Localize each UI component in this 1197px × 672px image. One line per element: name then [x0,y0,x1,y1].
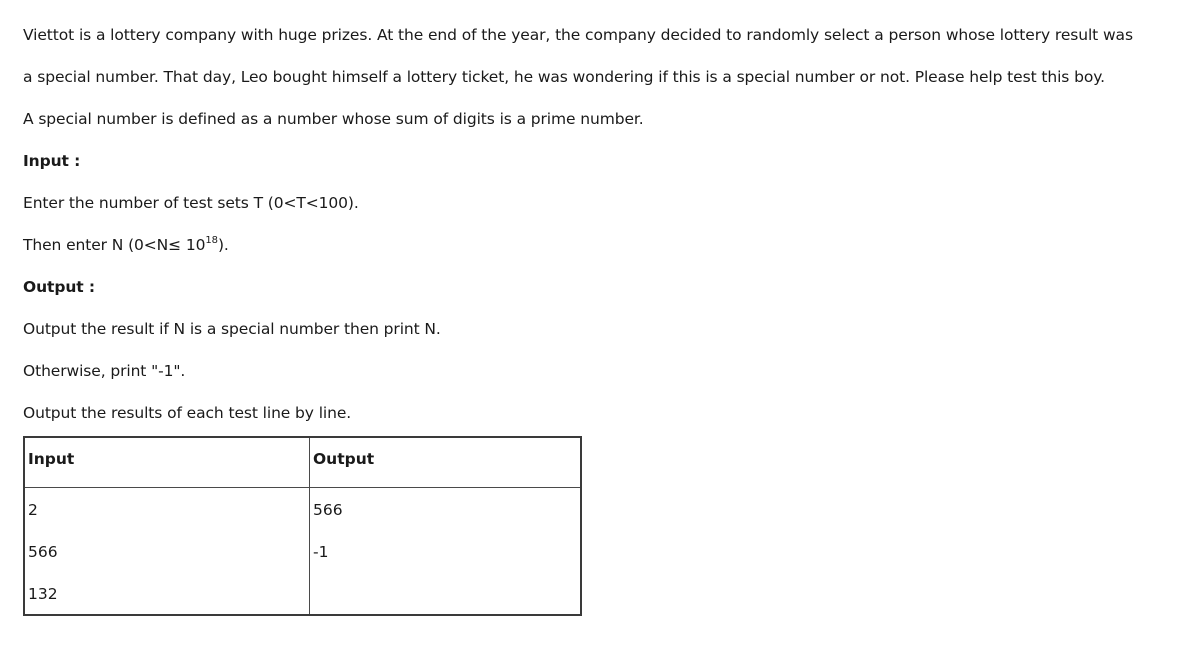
input-line-2-suffix: ). [217,236,229,254]
intro-line-2: a special number. That day, Leo bought h… [23,68,1105,86]
input-line: 132 [28,584,58,603]
problem-statement: Viettot is a lottery company with huge p… [23,14,1183,616]
output-heading: Output : [23,278,95,296]
output-line: 566 [313,500,343,519]
input-cell: 2 566 132 [23,486,310,615]
definition: A special number is defined as a number … [23,110,644,128]
intro-line-1: Viettot is a lottery company with huge p… [23,26,1133,44]
output-line-3: Output the results of each test line by … [23,404,352,422]
output-line: -1 [313,542,329,561]
output-cell: 566 -1 [309,486,582,615]
input-heading: Input : [23,152,81,170]
input-line-2: Then enter N (0<N≤ 1018). [23,224,1183,266]
example-table: Input Output 2 566 132 566 -1 [23,436,582,616]
header-input: Input [23,436,310,488]
table-header-row: Input Output [23,436,582,488]
table-row: 2 566 132 566 -1 [23,486,582,615]
input-line-2-prefix: Then enter N (0<N≤ 10 [23,236,206,254]
input-line-1: Enter the number of test sets T (0<T<100… [23,194,359,212]
output-line-1: Output the result if N is a special numb… [23,320,441,338]
input-line: 2 [28,500,38,519]
exponent: 18 [205,235,218,246]
input-line: 566 [28,542,58,561]
output-line-2: Otherwise, print "-1". [23,362,186,380]
header-output: Output [309,436,582,488]
